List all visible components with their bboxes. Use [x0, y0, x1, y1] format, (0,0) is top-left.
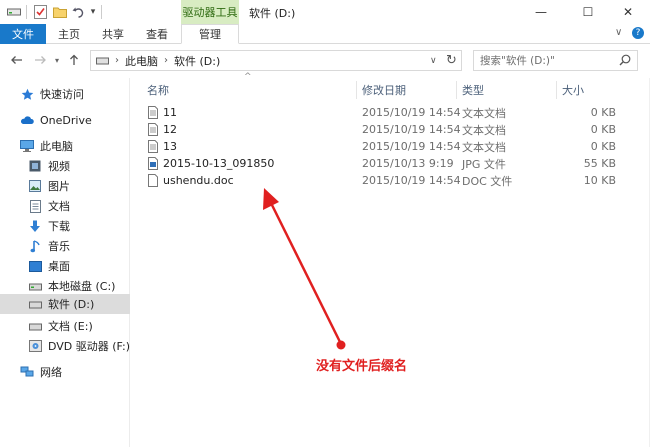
annotation-label: 没有文件后缀名: [316, 359, 408, 374]
annotation-arrow: [263, 188, 346, 350]
